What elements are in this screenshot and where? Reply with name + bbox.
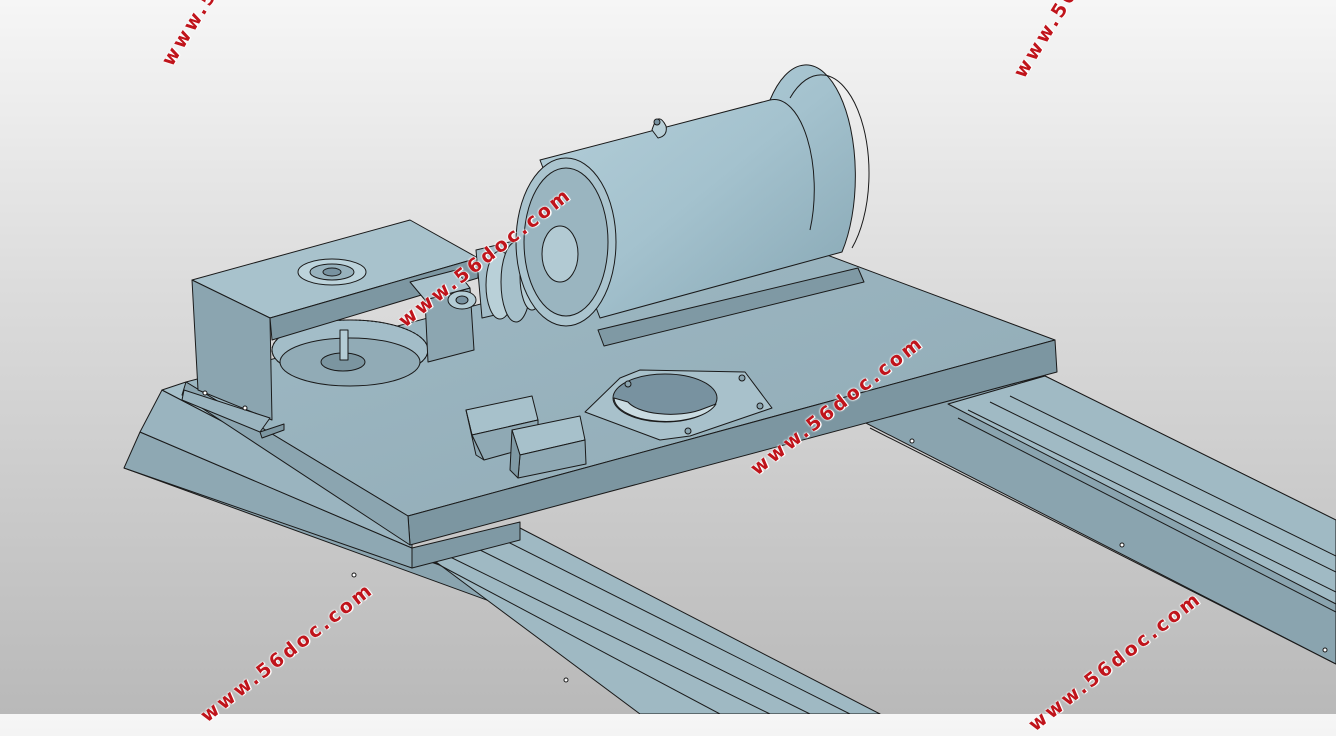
cad-viewport[interactable] bbox=[0, 0, 1336, 714]
right-guide-rail bbox=[859, 375, 1336, 665]
